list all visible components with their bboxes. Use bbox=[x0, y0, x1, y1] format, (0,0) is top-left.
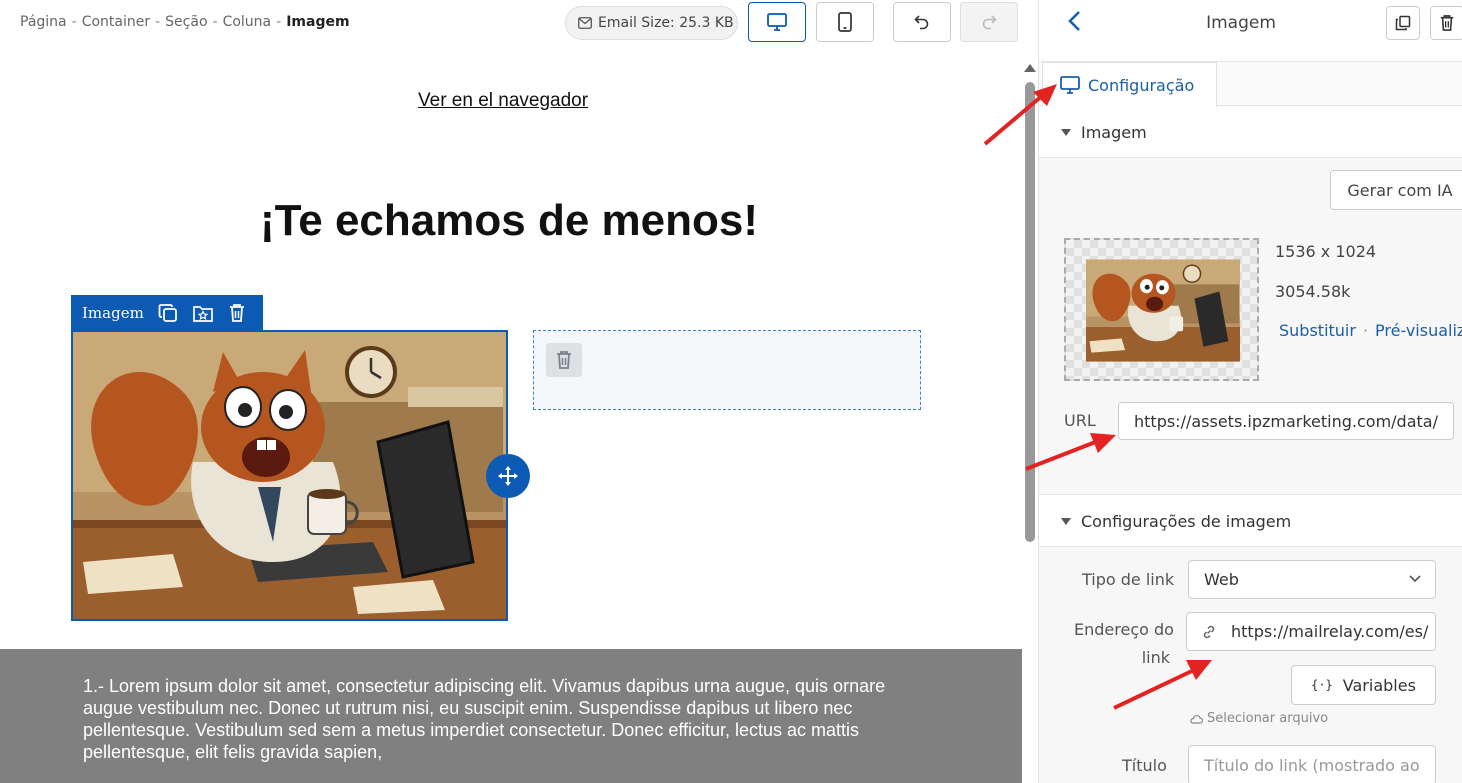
email-canvas: Ver en el navegador ¡Te echamos de menos… bbox=[0, 46, 1022, 783]
panel-title: Imagem bbox=[1206, 13, 1276, 33]
link-type-value: Web bbox=[1204, 570, 1239, 589]
annotation-arrow bbox=[1025, 433, 1116, 471]
redo-button[interactable] bbox=[960, 2, 1018, 42]
duplicate-block-button[interactable] bbox=[1386, 6, 1420, 40]
top-toolbar: Página - Container - Seção - Coluna - Imagem Ema… bbox=[0, 0, 1024, 46]
panel-header: Imagem bbox=[1039, 0, 1462, 62]
title-label: Título bbox=[1122, 756, 1167, 775]
envelope-icon bbox=[578, 17, 592, 29]
breadcrumb-item-container[interactable]: Container bbox=[82, 14, 150, 30]
body-paragraph[interactable]: 1.- Lorem ipsum dolor sit amet, consecte… bbox=[83, 675, 923, 763]
annotation-arrow bbox=[983, 84, 1057, 146]
image-block-label: Imagem bbox=[82, 304, 144, 322]
email-size-text: Email Size: 25.3 KB bbox=[598, 15, 734, 31]
url-input[interactable]: https://assets.ipzmarketing.com/data/ bbox=[1118, 402, 1454, 440]
squirrel-office-image[interactable] bbox=[71, 330, 508, 621]
move-handle[interactable] bbox=[486, 454, 530, 498]
breadcrumb-item-page[interactable]: Página bbox=[20, 14, 67, 30]
variables-button-label: Variables bbox=[1342, 675, 1416, 695]
desktop-view-button[interactable] bbox=[748, 2, 806, 42]
image-file-size: 3054.58k bbox=[1275, 282, 1351, 301]
image-actions: Substituir · Pré-visualiz bbox=[1279, 321, 1462, 340]
breadcrumb: Página - Container - Seção - Coluna - Imagem bbox=[20, 14, 350, 30]
link-address-label-line1: Endereço do bbox=[1074, 620, 1174, 639]
link-icon bbox=[1203, 625, 1215, 638]
image-thumbnail-preview bbox=[1086, 259, 1240, 362]
delete-column-button[interactable] bbox=[546, 343, 582, 377]
image-dimensions: 1536 x 1024 bbox=[1275, 242, 1377, 261]
braces-icon: {·} bbox=[1311, 678, 1333, 692]
squirrel-illustration bbox=[73, 332, 506, 619]
separator-dot: · bbox=[1362, 321, 1369, 340]
smartphone-icon bbox=[838, 12, 852, 32]
email-headline[interactable]: ¡Te echamos de menos! bbox=[0, 196, 1018, 246]
breadcrumb-separator: - bbox=[212, 14, 218, 30]
link-address-value: https://mailrelay.com/es/ bbox=[1231, 622, 1429, 641]
panel-tabs: Configuração bbox=[1039, 62, 1462, 107]
breadcrumb-current: Imagem bbox=[286, 14, 350, 30]
delete-block-button[interactable] bbox=[1430, 6, 1462, 40]
redo-icon bbox=[982, 15, 997, 30]
annotation-arrow bbox=[1113, 660, 1212, 710]
trash-icon bbox=[557, 351, 571, 369]
duplicate-icon[interactable] bbox=[158, 303, 178, 323]
breadcrumb-item-column[interactable]: Coluna bbox=[223, 14, 272, 30]
link-title-input[interactable]: Título do link (mostrado ao bbox=[1188, 745, 1436, 783]
link-type-select[interactable]: Web bbox=[1188, 560, 1436, 599]
generate-with-ai-button[interactable]: Gerar com IA bbox=[1330, 170, 1462, 210]
image-section-title: Imagem bbox=[1081, 122, 1147, 142]
replace-image-link[interactable]: Substituir bbox=[1279, 321, 1356, 340]
variables-button[interactable]: {·} Variables bbox=[1291, 665, 1436, 705]
breadcrumb-separator: - bbox=[155, 14, 161, 30]
view-in-browser-link[interactable]: Ver en el navegador bbox=[418, 90, 588, 112]
copy-icon bbox=[1395, 15, 1411, 31]
move-arrows-icon bbox=[498, 466, 518, 486]
image-settings-section-header[interactable]: Configurações de imagem bbox=[1039, 496, 1462, 546]
image-block-toolbar: Imagem bbox=[71, 295, 263, 331]
email-size-badge: Email Size: 25.3 KB bbox=[565, 6, 738, 40]
chevron-down-icon bbox=[1409, 575, 1421, 583]
image-thumbnail[interactable] bbox=[1064, 238, 1259, 381]
trash-icon[interactable] bbox=[228, 303, 246, 323]
image-settings-section-title: Configurações de imagem bbox=[1081, 511, 1292, 531]
preview-image-link[interactable]: Pré-visualiz bbox=[1375, 321, 1462, 340]
email-editor: Página - Container - Seção - Coluna - Imagem Ema… bbox=[0, 0, 1462, 783]
cloud-icon bbox=[1190, 714, 1203, 724]
link-type-label: Tipo de link bbox=[1082, 570, 1175, 589]
select-file-label: Selecionar arquivo bbox=[1207, 711, 1329, 726]
breadcrumb-separator: - bbox=[71, 14, 77, 30]
breadcrumb-item-section[interactable]: Seção bbox=[165, 14, 207, 30]
trash-icon bbox=[1440, 15, 1454, 31]
settings-panel: Imagem Configuração Imagem Gerar com IA bbox=[1038, 0, 1462, 783]
monitor-icon bbox=[767, 13, 787, 31]
undo-icon bbox=[914, 15, 929, 30]
empty-column-dropzone[interactable] bbox=[533, 330, 921, 410]
save-to-folder-icon[interactable] bbox=[192, 303, 214, 323]
text-section[interactable]: 1.- Lorem ipsum dolor sit amet, consecte… bbox=[0, 649, 1022, 783]
caret-down-icon bbox=[1061, 517, 1071, 525]
undo-button[interactable] bbox=[893, 2, 951, 42]
scroll-up-arrow-icon[interactable] bbox=[1024, 64, 1036, 72]
image-section-header[interactable]: Imagem bbox=[1039, 107, 1462, 157]
tab-configuration[interactable]: Configuração bbox=[1042, 62, 1217, 107]
link-address-input[interactable]: https://mailrelay.com/es/ bbox=[1186, 612, 1436, 651]
breadcrumb-separator: - bbox=[276, 14, 282, 30]
mobile-view-button[interactable] bbox=[816, 2, 874, 42]
tab-configuration-label: Configuração bbox=[1088, 75, 1195, 95]
